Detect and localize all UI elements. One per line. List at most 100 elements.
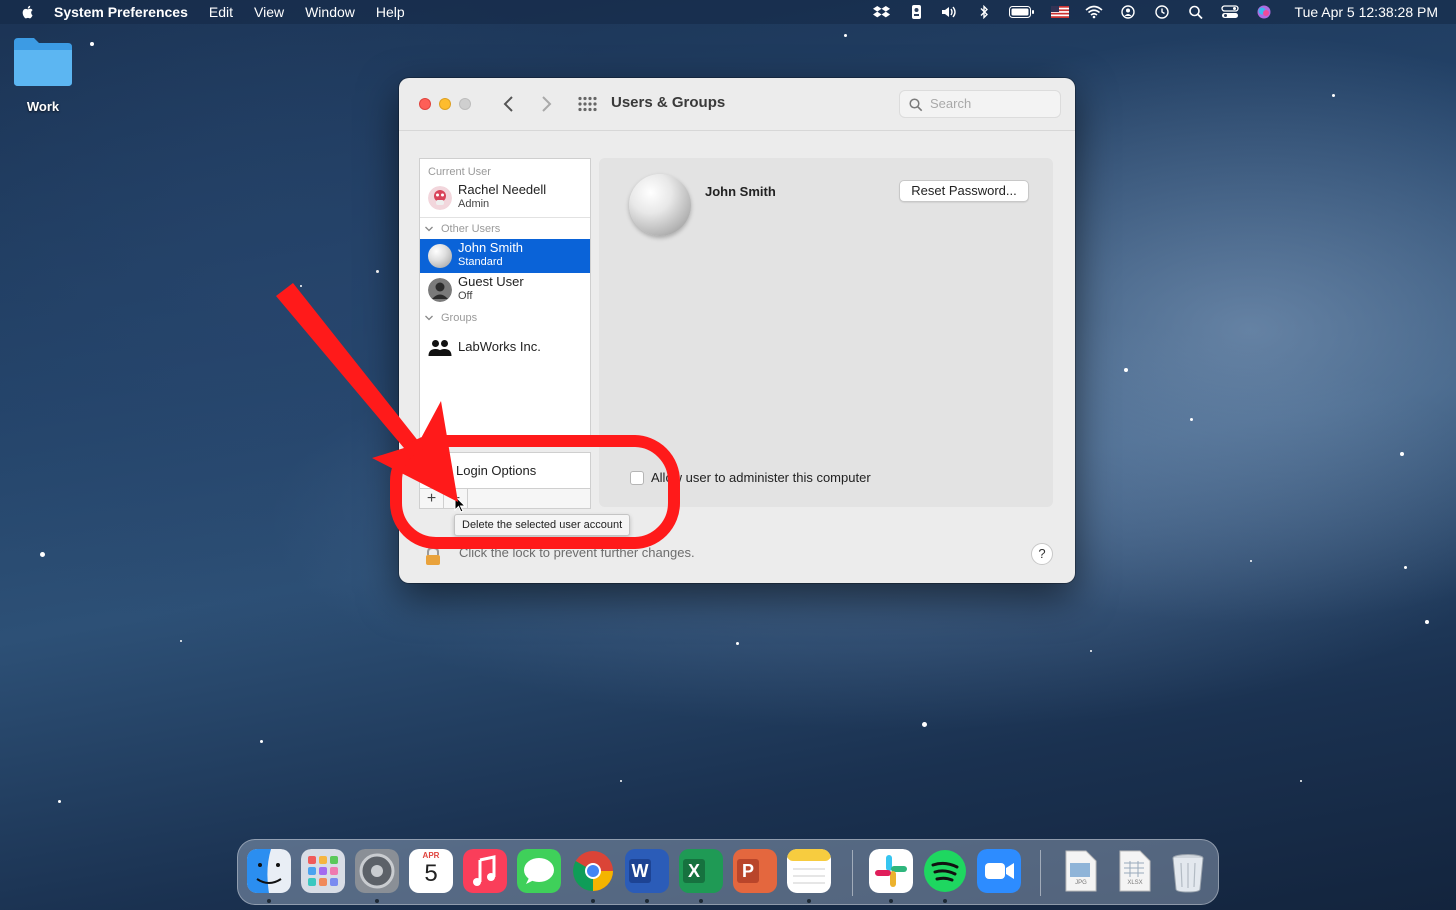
menu-bar: System Preferences Edit View Window Help… [0, 0, 1456, 24]
running-indicator [889, 899, 893, 903]
folder-icon [14, 38, 72, 86]
spotlight-search-icon[interactable] [1187, 5, 1205, 19]
menu-view[interactable]: View [254, 4, 284, 20]
id-badge-icon[interactable] [907, 5, 925, 19]
window-title: Users & Groups [611, 94, 726, 111]
user-name: Guest User [458, 274, 524, 289]
star [58, 800, 61, 803]
star [180, 640, 182, 642]
allow-admin-label: Allow user to administer this computer [651, 470, 871, 485]
minimize-button[interactable] [439, 98, 451, 110]
login-options-item[interactable]: Login Options [419, 452, 591, 488]
calendar-day: 5 [424, 860, 438, 887]
slack-icon[interactable] [869, 849, 913, 893]
user-item-rachel-needell[interactable]: Rachel Needell Admin [420, 181, 590, 215]
user-role: Admin [458, 198, 490, 210]
running-indicator [591, 899, 595, 903]
menu-bar-clock[interactable]: Tue Apr 5 12:38:28 PM [1295, 4, 1438, 20]
user-role: Off [458, 290, 473, 302]
word-letter: W [629, 859, 651, 883]
apple-menu-icon[interactable] [20, 4, 36, 20]
close-button[interactable] [419, 98, 431, 110]
user-item-guest-user[interactable]: Guest User Off [420, 273, 590, 307]
zoom-button[interactable] [459, 98, 471, 110]
menu-help[interactable]: Help [376, 4, 405, 20]
word-icon[interactable]: W [625, 849, 669, 893]
running-indicator [267, 899, 271, 903]
reset-password-button[interactable]: Reset Password... [899, 180, 1029, 202]
forward-arrow-icon[interactable] [536, 94, 556, 114]
current-user-header: Current User [428, 166, 491, 178]
finder-icon[interactable] [247, 849, 291, 893]
jpg-file-icon[interactable]: JPG [1058, 849, 1102, 893]
jpg-document-icon [1065, 850, 1097, 892]
add-user-button[interactable]: + [420, 489, 444, 508]
dropbox-icon[interactable] [872, 5, 891, 19]
spotify-icon[interactable] [923, 849, 967, 893]
star [1124, 368, 1128, 372]
notes-icon[interactable] [787, 849, 831, 893]
system-preferences-icon[interactable] [355, 849, 399, 893]
messages-icon[interactable] [517, 849, 561, 893]
login-options-label: Login Options [456, 463, 537, 478]
star [844, 34, 847, 37]
lock-icon[interactable] [423, 546, 443, 566]
battery-icon[interactable] [1008, 5, 1035, 19]
xlsx-file-icon[interactable]: XLSX [1112, 849, 1156, 893]
menu-window[interactable]: Window [305, 4, 355, 20]
search-input[interactable]: Search [899, 90, 1061, 118]
running-indicator [807, 899, 811, 903]
dock-separator [1040, 850, 1041, 896]
users-groups-window: Users & Groups Search Current User Rache… [399, 78, 1075, 583]
volume-icon[interactable] [941, 5, 959, 19]
user-detail-pane: John Smith Reset Password... Allow user … [599, 158, 1053, 507]
running-indicator [943, 899, 947, 903]
powerpoint-letter: P [737, 859, 759, 883]
user-picture[interactable] [629, 174, 691, 236]
show-all-grid-icon[interactable] [577, 96, 597, 112]
star [376, 270, 379, 273]
powerpoint-icon[interactable]: P [733, 849, 777, 893]
user-account-icon[interactable] [1119, 5, 1137, 19]
star [1250, 560, 1252, 562]
other-users-header: Other Users [441, 223, 501, 235]
bluetooth-icon[interactable] [975, 5, 993, 19]
control-center-icon[interactable] [1220, 5, 1239, 19]
menu-edit[interactable]: Edit [209, 4, 233, 20]
music-icon[interactable] [463, 849, 507, 893]
wifi-icon[interactable] [1085, 5, 1103, 19]
star [1190, 418, 1193, 421]
allow-admin-checkbox[interactable] [630, 471, 644, 485]
desktop-folder[interactable]: Work [12, 36, 74, 114]
detail-user-name: John Smith [705, 184, 776, 199]
siri-icon[interactable] [1255, 5, 1273, 19]
delete-user-tooltip: Delete the selected user account [454, 514, 631, 536]
folder-label: Work [26, 99, 60, 114]
golf-ball-avatar-icon [428, 244, 452, 268]
us-flag-icon[interactable] [1050, 5, 1069, 19]
group-item-labworks[interactable]: LabWorks Inc. [420, 331, 590, 365]
star [40, 552, 45, 557]
house-icon [431, 462, 447, 479]
time-machine-icon[interactable] [1153, 5, 1171, 19]
guest-avatar-icon [428, 278, 452, 302]
menu-app-name[interactable]: System Preferences [54, 4, 188, 20]
trash-icon[interactable] [1166, 849, 1210, 893]
zoom-icon[interactable] [977, 849, 1021, 893]
user-item-john-smith[interactable]: John Smith Standard [420, 239, 590, 273]
launchpad-icon[interactable] [301, 849, 345, 893]
star [1090, 650, 1092, 652]
chrome-icon[interactable] [571, 849, 615, 893]
chevron-down-icon[interactable] [424, 224, 434, 234]
jpg-label: JPG [1075, 880, 1087, 886]
star [90, 42, 94, 46]
calendar-icon[interactable]: APR 5 [409, 849, 453, 893]
back-arrow-icon[interactable] [499, 94, 519, 114]
star [260, 740, 263, 743]
excel-icon[interactable]: X [679, 849, 723, 893]
help-button[interactable]: ? [1031, 543, 1053, 565]
chevron-down-icon[interactable] [424, 313, 434, 323]
search-placeholder: Search [930, 96, 972, 111]
user-list: Current User Rachel Needell Admin Other … [419, 158, 591, 438]
user-name: Rachel Needell [458, 182, 547, 197]
